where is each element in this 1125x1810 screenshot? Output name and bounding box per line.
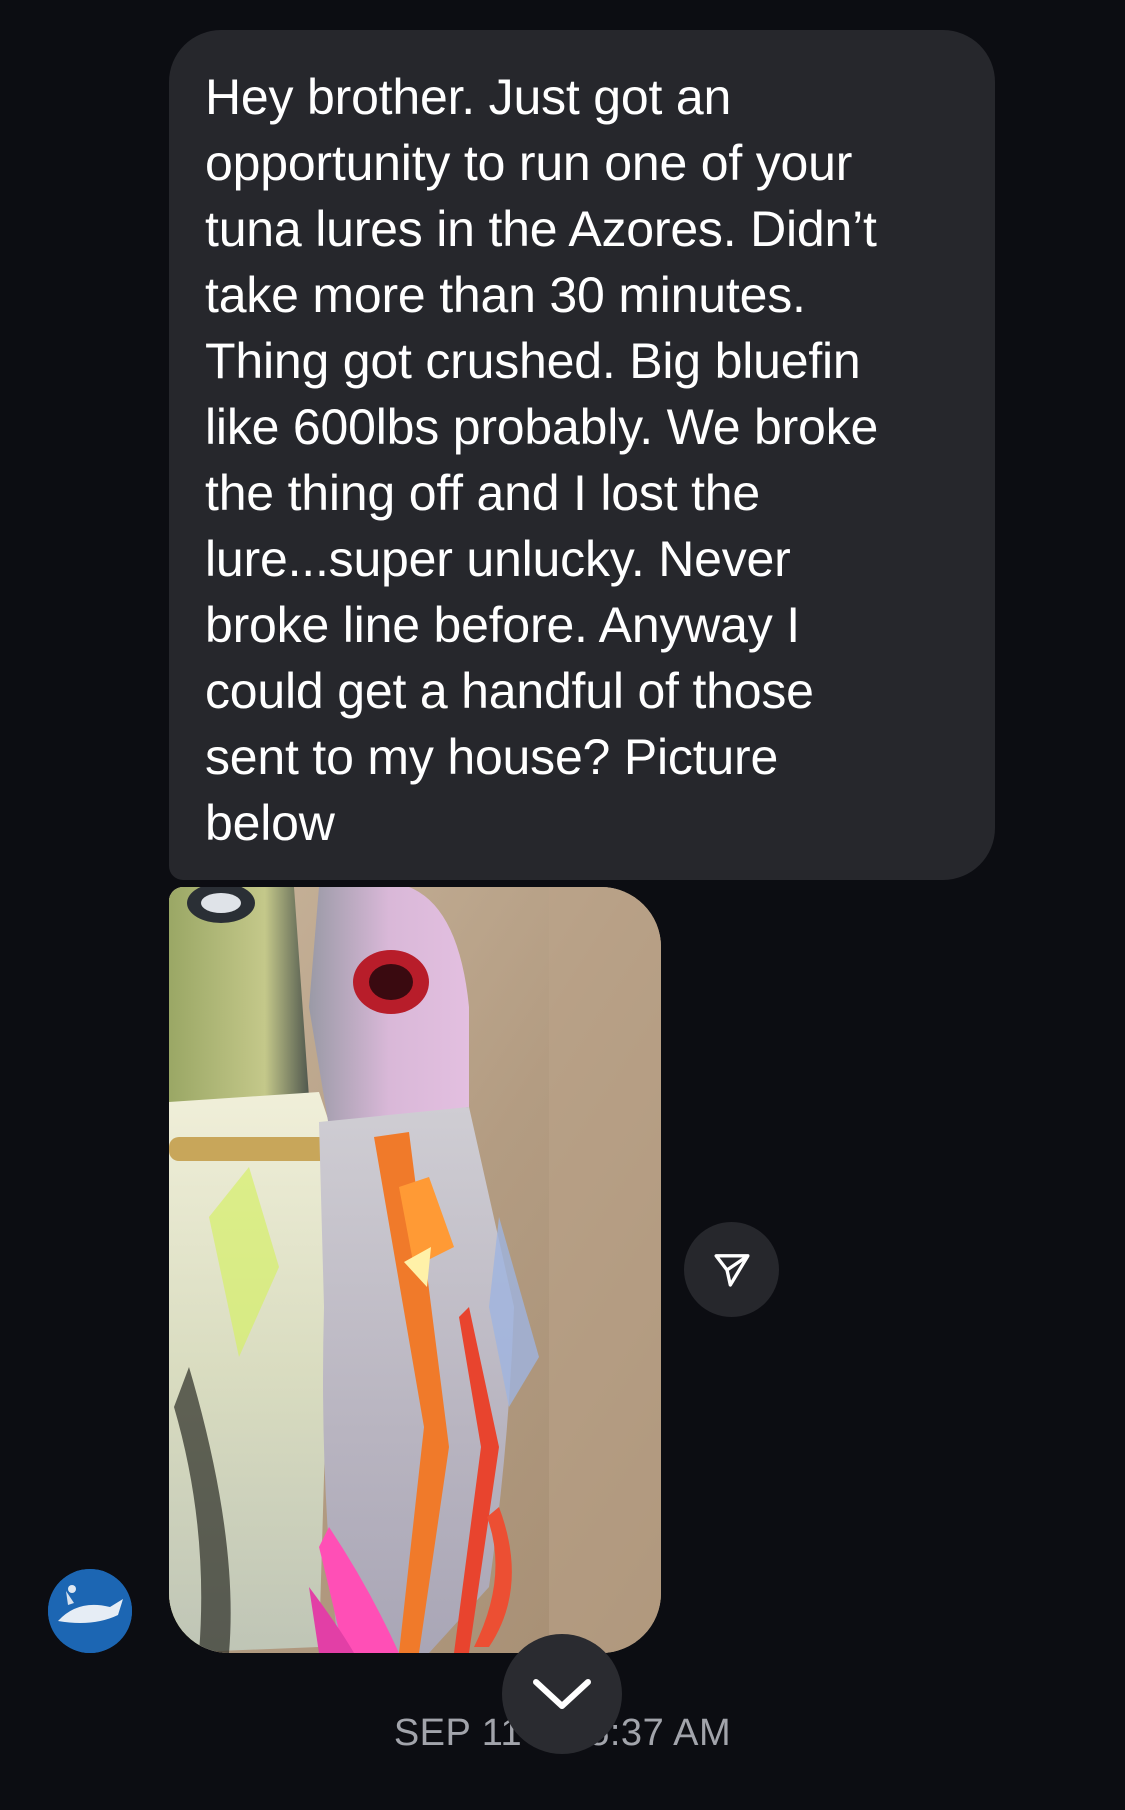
message-text: Hey brother. Just got an opportunity to … xyxy=(205,69,879,851)
message-bubble[interactable]: Hey brother. Just got an opportunity to … xyxy=(169,30,995,880)
chevron-down-icon xyxy=(533,1679,591,1709)
paper-plane-icon xyxy=(714,1253,749,1287)
message-thread: Hey brother. Just got an opportunity to … xyxy=(0,0,1125,1810)
sender-avatar[interactable] xyxy=(48,1569,132,1653)
attached-photo[interactable] xyxy=(169,887,661,1653)
share-button[interactable] xyxy=(684,1222,779,1317)
scroll-to-bottom-button[interactable] xyxy=(502,1634,622,1754)
